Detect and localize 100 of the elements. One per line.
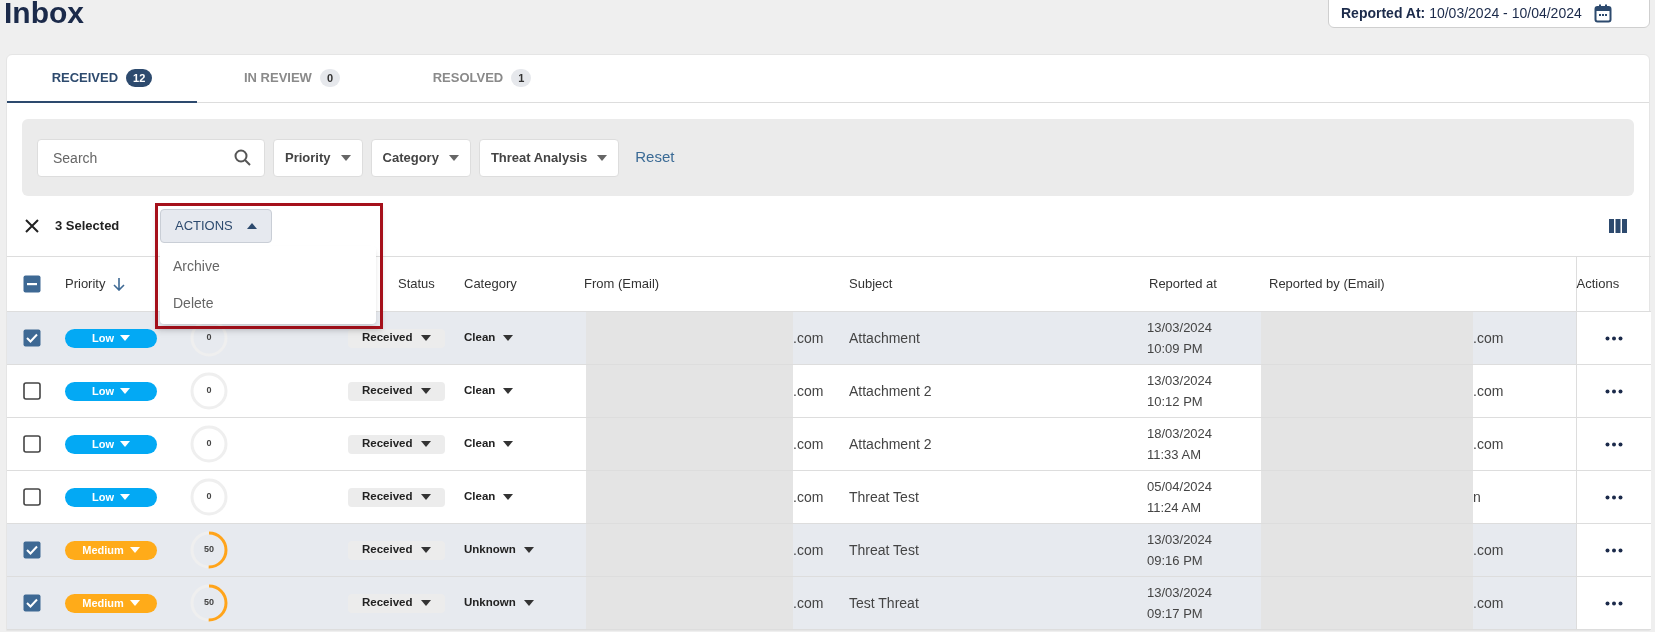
reported-time: 11:33 AM (1147, 446, 1202, 464)
checkbox[interactable] (23, 541, 41, 559)
date-range-button[interactable]: Reported At: 10/03/2024 - 10/04/2024 (1328, 0, 1650, 28)
status-dropdown[interactable]: Received (348, 540, 445, 560)
count-badge: 0 (319, 68, 340, 88)
search-field[interactable]: Search (37, 138, 265, 177)
caret-icon (503, 441, 514, 447)
column-header[interactable]: Actions (1576, 274, 1620, 294)
filter-dropdown[interactable]: Category (370, 138, 471, 177)
threat-score-gauge: 0 (189, 371, 229, 411)
checkbox[interactable] (23, 382, 41, 400)
reported-time: 09:17 PM (1147, 605, 1204, 623)
status-dropdown[interactable]: Received (348, 434, 445, 454)
email-text: .com (793, 328, 824, 348)
status-dropdown[interactable]: Received (348, 487, 445, 507)
reported-time: 09:16 PM (1147, 552, 1204, 570)
filter-dropdown[interactable]: Priority (273, 138, 363, 177)
email-text: .com (1473, 434, 1504, 454)
tab[interactable]: IN REVIEW 0 (197, 55, 387, 103)
column-header[interactable]: Reported at (1149, 274, 1217, 294)
caret-icon (340, 154, 351, 161)
column-header[interactable]: Status (398, 274, 435, 294)
email-text: .com (793, 381, 824, 401)
caret-icon (503, 335, 514, 341)
more-icon[interactable] (1604, 442, 1623, 448)
caret-icon (246, 223, 257, 229)
reset-link[interactable]: Reset (635, 146, 675, 169)
actions-button[interactable]: ACTIONS (160, 209, 272, 243)
caret-icon (129, 600, 140, 606)
reported-time: 10:12 PM (1147, 393, 1204, 411)
checkbox[interactable] (23, 275, 41, 293)
reported-date: 13/03/2024 (1147, 584, 1214, 602)
category-dropdown[interactable]: Clean (464, 435, 514, 453)
category-dropdown[interactable]: Clean (464, 488, 514, 506)
caret-icon (420, 600, 431, 606)
reported-date: 13/03/2024 (1147, 319, 1214, 337)
menu-item[interactable]: Archive (160, 248, 376, 285)
subject-text: Attachment 2 (849, 382, 932, 399)
search-icon (234, 148, 251, 166)
caret-icon (503, 388, 514, 394)
columns-icon[interactable] (1609, 219, 1627, 233)
threat-score-gauge: 50 (189, 583, 229, 623)
tab[interactable]: RESOLVED 1 (387, 55, 577, 103)
more-icon[interactable] (1604, 389, 1623, 395)
column-header[interactable]: Priority (65, 274, 126, 294)
email-text: .com (1473, 381, 1504, 401)
page-title: Inbox (4, 0, 84, 31)
subject-text: Test Threat (849, 594, 919, 611)
reported-date: 13/03/2024 (1147, 531, 1214, 549)
caret-icon (420, 547, 431, 553)
more-icon[interactable] (1604, 548, 1623, 554)
checkbox[interactable] (23, 488, 41, 506)
reported-time: 11:24 AM (1147, 499, 1202, 517)
caret-icon (420, 388, 431, 394)
category-dropdown[interactable]: Unknown (464, 541, 534, 559)
column-header[interactable]: Category (464, 274, 517, 294)
reported-date: 05/04/2024 (1147, 478, 1214, 496)
caret-icon (523, 547, 534, 553)
sort-arrow-icon[interactable] (113, 277, 126, 291)
column-header[interactable]: Subject (849, 274, 893, 294)
selection-count: 3 Selected (55, 217, 121, 236)
email-text: .com (793, 540, 824, 560)
email-text: .com (793, 487, 824, 507)
checkbox[interactable] (23, 594, 41, 612)
category-dropdown[interactable]: Unknown (464, 594, 534, 612)
status-dropdown[interactable]: Received (348, 328, 445, 348)
column-header[interactable]: Reported by (Email) (1269, 274, 1385, 294)
close-icon[interactable] (25, 219, 39, 233)
caret-icon (120, 441, 130, 447)
caret-icon (420, 494, 431, 500)
column-header[interactable]: From (Email) (584, 274, 660, 294)
caret-icon (420, 441, 431, 447)
email-text: n (1473, 487, 1481, 507)
status-dropdown[interactable]: Received (348, 381, 445, 401)
caret-icon (523, 600, 534, 606)
checkbox[interactable] (23, 329, 41, 347)
email-text: .com (1473, 593, 1504, 613)
tab[interactable]: RECEIVED 12 (7, 55, 197, 103)
count-badge: 1 (511, 68, 532, 88)
checkbox[interactable] (23, 435, 41, 453)
filter-dropdown[interactable]: Threat Analysis (478, 138, 620, 177)
caret-icon (503, 494, 514, 500)
subject-text: Threat Test (849, 541, 919, 558)
threat-score-gauge: 50 (189, 530, 229, 570)
count-badge: 12 (126, 68, 153, 88)
caret-icon (120, 388, 130, 394)
reported-date: 18/03/2024 (1147, 425, 1214, 443)
category-dropdown[interactable]: Clean (464, 329, 514, 347)
caret-icon (597, 154, 608, 161)
caret-icon (420, 335, 431, 341)
more-icon[interactable] (1604, 601, 1623, 607)
more-icon[interactable] (1604, 336, 1623, 342)
more-icon[interactable] (1604, 495, 1623, 501)
status-dropdown[interactable]: Received (348, 593, 445, 613)
category-dropdown[interactable]: Clean (464, 382, 514, 400)
reported-date: 13/03/2024 (1147, 372, 1214, 390)
calendar-icon (1593, 4, 1612, 23)
threat-score-gauge: 0 (189, 477, 229, 517)
email-text: .com (1473, 540, 1504, 560)
caret-icon (129, 547, 140, 553)
